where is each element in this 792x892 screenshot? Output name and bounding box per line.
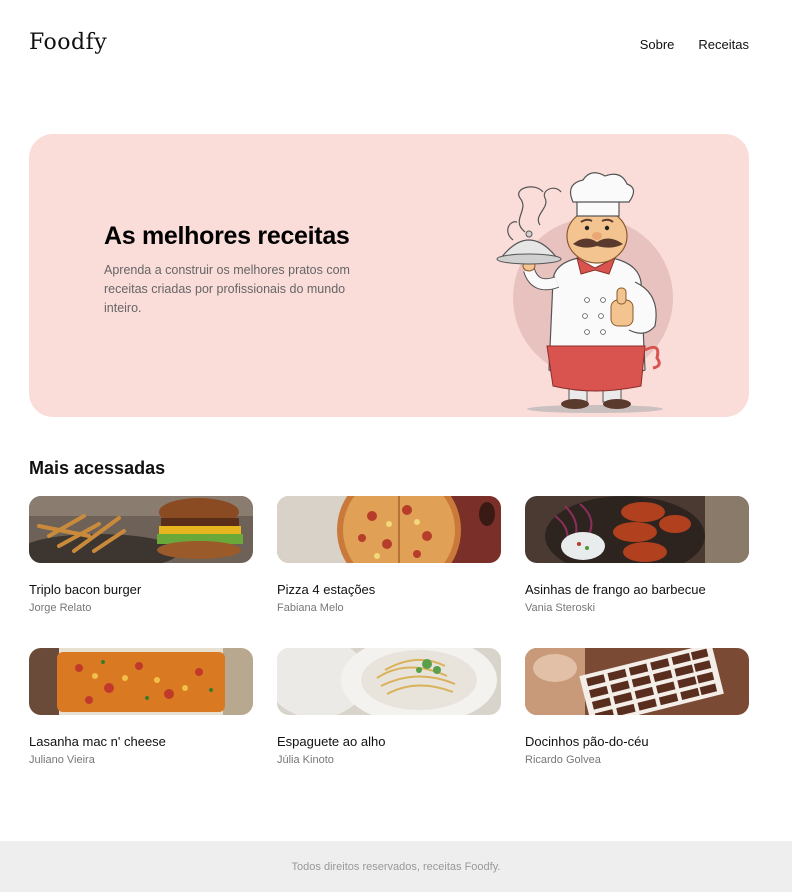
header: Foodfy Sobre Receitas	[0, 0, 792, 90]
hero-description: Aprenda a construir os melhores pratos c…	[104, 263, 350, 315]
recipe-title[interactable]: Lasanha mac n' cheese	[29, 734, 253, 749]
recipe-card[interactable]: Triplo bacon burger Jorge Relato	[29, 496, 253, 614]
recipe-author: Fabiana Melo	[277, 602, 344, 614]
main-nav: Sobre Receitas	[640, 37, 749, 52]
lasagna-photo[interactable]	[29, 648, 253, 715]
recipe-card[interactable]: Espaguete ao alho Júlia Kinoto	[277, 648, 501, 766]
chef-illustration	[496, 172, 673, 413]
recipe-title[interactable]: Espaguete ao alho	[277, 734, 501, 749]
recipe-author: Júlia Kinoto	[277, 754, 334, 766]
recipe-author: Ricardo Golvea	[525, 754, 601, 766]
recipe-author: Vania Steroski	[525, 602, 596, 614]
recipe-title[interactable]: Pizza 4 estações	[277, 582, 501, 597]
footer: Todos direitos reservados, receitas Food…	[0, 841, 792, 892]
spaghetti-photo[interactable]	[277, 648, 501, 715]
logo[interactable]: Foodfy	[29, 30, 107, 55]
recipe-title[interactable]: Docinhos pão-do-céu	[525, 734, 749, 749]
recipe-card[interactable]: Docinhos pão-do-céu Ricardo Golvea	[525, 648, 749, 766]
hero-title: As melhores receitas	[104, 222, 350, 250]
footer-text: Todos direitos reservados, receitas Food…	[291, 860, 501, 873]
recipe-author: Jorge Relato	[29, 602, 92, 614]
hero-banner: As melhores receitas Aprenda a construir…	[29, 134, 749, 417]
nav-link-receitas[interactable]: Receitas	[698, 37, 749, 52]
recipe-card[interactable]: Asinhas de frango ao barbecue Vania Ster…	[525, 496, 749, 614]
burger-fries-photo[interactable]	[29, 496, 253, 563]
pizza-photo[interactable]	[277, 496, 501, 563]
recipe-title[interactable]: Triplo bacon burger	[29, 582, 253, 597]
nav-link-sobre[interactable]: Sobre	[640, 37, 675, 52]
recipe-card[interactable]: Lasanha mac n' cheese Juliano Vieira	[29, 648, 253, 766]
recipe-title[interactable]: Asinhas de frango ao barbecue	[525, 582, 749, 597]
chicken-wings-photo[interactable]	[525, 496, 749, 563]
section-title: Mais acessadas	[29, 458, 166, 478]
recipe-card[interactable]: Pizza 4 estações Fabiana Melo	[277, 496, 501, 614]
chocolates-photo[interactable]	[525, 648, 749, 715]
recipe-author: Juliano Vieira	[29, 754, 95, 766]
